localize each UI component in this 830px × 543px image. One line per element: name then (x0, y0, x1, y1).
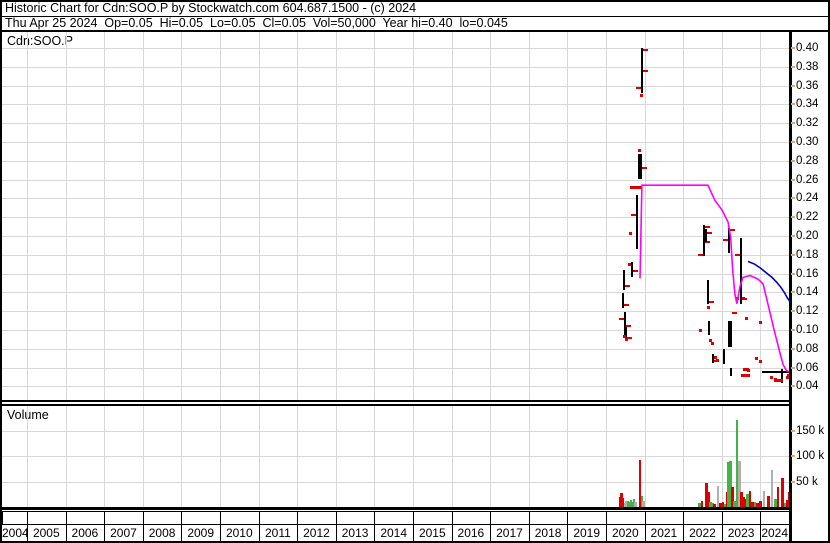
year-tick-cell (65, 511, 106, 525)
price-tick-label: 0.32 (796, 117, 819, 130)
price-tick-label: 0.08 (796, 342, 819, 355)
price-tick-label: 0.24 (796, 192, 819, 205)
axis-tick-tan (791, 310, 795, 313)
axis-tick-tan (791, 141, 795, 143)
year-label: 2005 (32, 526, 60, 540)
year-tick-cell (2, 511, 28, 525)
price-tick-label: 0.10 (796, 324, 819, 336)
year-label: 2023 (727, 526, 755, 540)
year-label: 2019 (573, 526, 601, 540)
year-tick-cell (413, 511, 453, 525)
year-tick-cell (644, 511, 685, 525)
axis-tick-tan (791, 253, 795, 256)
year-label: 2013 (341, 526, 369, 540)
axis-tick-tan (791, 103, 795, 106)
year-label: 2018 (534, 526, 562, 540)
year-tick-cell (760, 511, 790, 525)
year-tick-cell (335, 511, 376, 525)
year-tick-cell (220, 511, 260, 525)
axis-tick-tan (791, 197, 795, 200)
stockwatch-historic-chart: Historic Chart for Cdn:SOO.P by Stockwat… (0, 0, 830, 543)
year-label: 2010 (225, 526, 253, 540)
year-label: 2014 (380, 526, 408, 540)
price-tick-label: 0.22 (796, 211, 819, 224)
year-tick-cell (374, 511, 414, 525)
year-label: 2016 (457, 526, 485, 540)
axis-label-layer: 0.40 0.38 0.36 0.34 0.32 0.30 0.28 0.26 0.24 0.22… (0, 0, 830, 543)
axis-tick-tan (791, 178, 795, 181)
price-tick-label: 0.28 (796, 154, 819, 167)
axis-tick-tan (791, 366, 795, 369)
axis-tick-tan (791, 159, 795, 162)
axis-tick-tan (791, 65, 795, 68)
axis-tick-tan (791, 216, 795, 219)
price-tick-label: 0.14 (796, 286, 819, 299)
year-tick-cell (297, 511, 337, 525)
axis-tick-tan (791, 291, 795, 294)
axis-tick-tan (791, 455, 795, 457)
year-tick-cell (567, 511, 607, 525)
axis-tick-tan (791, 385, 795, 388)
price-tick-label: 0.04 (796, 380, 819, 393)
year-tick-cell (27, 511, 67, 525)
year-label-divider (789, 525, 790, 541)
year-tick-cell (258, 511, 299, 525)
year-tick-cell (490, 511, 530, 525)
price-tick-label: 0.16 (796, 267, 819, 280)
price-tick-label: 0.20 (796, 230, 819, 242)
price-tick-label: 0.34 (796, 98, 819, 111)
year-tick-cell (683, 511, 723, 525)
axis-tick-tan (791, 272, 795, 275)
price-tick-label: 0.06 (796, 361, 819, 374)
axis-tick-tan (791, 84, 795, 87)
axis-tick-tan (791, 329, 795, 331)
year-tick-cell (606, 511, 646, 525)
year-label: 2022 (689, 526, 716, 540)
year-label: 2021 (650, 526, 678, 540)
year-label: 2007 (110, 526, 137, 540)
year-tick-cell (104, 511, 144, 525)
price-tick-label: 0.36 (796, 79, 819, 92)
year-label: 2011 (264, 526, 291, 540)
volume-tick-label: 150 k (796, 424, 825, 437)
price-tick-label: 0.18 (796, 248, 819, 261)
price-tick-label: 0.30 (796, 136, 819, 148)
year-tick-cell (528, 511, 569, 525)
axis-tick-tan (791, 47, 795, 49)
year-label: 2015 (418, 526, 446, 540)
year-label: 2008 (148, 526, 176, 540)
volume-tick-label: 50 k (796, 475, 818, 488)
year-label: 2012 (303, 526, 330, 540)
axis-tick-tan (791, 429, 795, 432)
year-label: 2004 (2, 526, 27, 540)
year-label: 2006 (71, 526, 99, 540)
year-tick-cell (721, 511, 762, 525)
year-tick-cell (142, 511, 183, 525)
axis-tick-tan (791, 347, 795, 350)
year-label: 2020 (611, 526, 639, 540)
axis-tick-tan (791, 122, 795, 125)
axis-tick-tan (791, 480, 795, 483)
year-label: 2024 (761, 526, 789, 540)
price-tick-label: 0.12 (796, 305, 819, 318)
volume-tick-label: 100 k (796, 450, 825, 462)
axis-tick-tan (791, 235, 795, 237)
price-tick-label: 0.40 (796, 42, 819, 54)
year-tick-cell (451, 511, 492, 525)
price-tick-label: 0.26 (796, 173, 819, 186)
year-label: 2017 (496, 526, 523, 540)
price-tick-label: 0.38 (796, 60, 819, 73)
year-label: 2009 (187, 526, 215, 540)
year-tick-cell (181, 511, 221, 525)
